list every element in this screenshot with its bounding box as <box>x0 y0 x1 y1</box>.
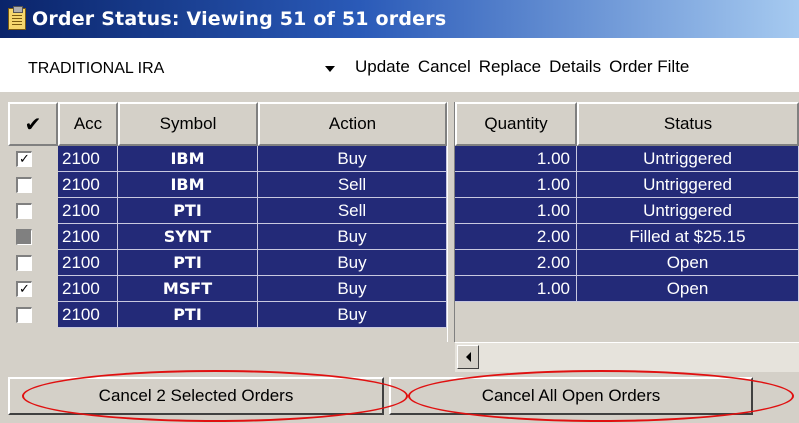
left-arrow-icon <box>465 352 471 362</box>
cell-action[interactable]: Buy <box>258 146 447 172</box>
cell-symbol[interactable]: PTI <box>118 198 258 224</box>
menu-replace[interactable]: Replace <box>479 57 541 77</box>
header-action-label: Action <box>328 114 377 133</box>
cell-acc[interactable]: 2100 <box>58 198 118 224</box>
header-action[interactable]: Action <box>258 102 447 146</box>
cancel-all-open-orders-button[interactable]: Cancel All Open Orders <box>389 377 753 415</box>
header-status-label: Status <box>663 114 713 133</box>
clipboard-icon <box>8 6 26 30</box>
header-status[interactable]: Status <box>577 102 799 146</box>
cell-acc[interactable]: 2100 <box>58 302 118 328</box>
cell-symbol[interactable]: SYNT <box>118 224 258 250</box>
cancel-all-open-orders-label: Cancel All Open Orders <box>481 386 661 405</box>
cell-quantity[interactable]: 1.00 <box>455 276 577 302</box>
cell-status[interactable]: Open <box>577 276 799 302</box>
chevron-down-icon[interactable] <box>325 66 335 72</box>
cell-quantity[interactable]: 2.00 <box>455 250 577 276</box>
row-checkbox[interactable]: unchecked <box>16 203 32 219</box>
row-checkbox-cell: unchecked <box>8 250 58 276</box>
cell-quantity[interactable]: 1.00 <box>455 146 577 172</box>
header-quantity-label: Quantity <box>484 114 548 133</box>
cell-quantity[interactable]: 1.00 <box>455 198 577 224</box>
cell-acc[interactable]: 2100 <box>58 172 118 198</box>
cell-quantity[interactable]: 1.00 <box>455 172 577 198</box>
cell-symbol[interactable]: MSFT <box>118 276 258 302</box>
row-checkbox-cell: unchecked <box>8 172 58 198</box>
header-check[interactable]: ✔ <box>8 102 58 146</box>
row-checkbox-cell: unchecked <box>8 302 58 328</box>
header-acc-label: Acc <box>73 114 103 133</box>
cell-status[interactable]: Open <box>577 250 799 276</box>
cell-symbol[interactable]: IBM <box>118 146 258 172</box>
cell-status[interactable]: Filled at $25.15 <box>577 224 799 250</box>
title-bar[interactable]: Order Status: Viewing 51 of 51 orders <box>0 0 799 38</box>
account-dropdown-value: TRADITIONAL IRA <box>28 60 165 77</box>
cell-symbol[interactable]: PTI <box>118 302 258 328</box>
cell-acc[interactable]: 2100 <box>58 224 118 250</box>
row-checkbox-cell: disabled <box>8 224 58 250</box>
menu-details[interactable]: Details <box>549 57 601 77</box>
cell-acc[interactable]: 2100 <box>58 250 118 276</box>
cell-symbol[interactable]: IBM <box>118 172 258 198</box>
cell-action[interactable]: Buy <box>258 250 447 276</box>
pane-splitter[interactable] <box>447 102 455 342</box>
header-symbol-label: Symbol <box>159 114 217 133</box>
row-checkbox[interactable]: ✓ <box>16 151 32 167</box>
row-checkbox[interactable]: ✓ <box>16 281 32 297</box>
cell-status[interactable]: Untriggered <box>577 172 799 198</box>
order-status-window: Order Status: Viewing 51 of 51 orders TR… <box>0 0 799 423</box>
cell-acc[interactable]: 2100 <box>58 276 118 302</box>
orders-grid: ✔ Acc Symbol Action Quantity Status ✓ 210… <box>0 102 799 372</box>
horizontal-scrollbar[interactable] <box>455 342 799 372</box>
cell-action[interactable]: Buy <box>258 224 447 250</box>
cell-action[interactable]: Buy <box>258 276 447 302</box>
cell-symbol[interactable]: PTI <box>118 250 258 276</box>
row-checkbox[interactable]: unchecked <box>16 307 32 323</box>
toolbar-menu: Update Cancel Replace Details Order Filt… <box>355 57 697 77</box>
menu-cancel[interactable]: Cancel <box>418 57 471 77</box>
cell-status[interactable]: Untriggered <box>577 146 799 172</box>
row-checkbox-cell: ✓ <box>8 146 58 172</box>
cell-quantity[interactable]: 2.00 <box>455 224 577 250</box>
cell-action[interactable]: Buy <box>258 302 447 328</box>
cell-status[interactable]: Untriggered <box>577 198 799 224</box>
row-checkbox[interactable]: unchecked <box>16 255 32 271</box>
menu-order-filter[interactable]: Order Filte <box>609 57 689 77</box>
scroll-left-button[interactable] <box>457 345 479 369</box>
checkmark-icon: ✔ <box>24 113 42 136</box>
row-checkbox-cell: ✓ <box>8 276 58 302</box>
row-checkbox[interactable]: unchecked <box>16 177 32 193</box>
cancel-selected-orders-label: Cancel 2 Selected Orders <box>98 386 294 405</box>
row-checkbox-cell: unchecked <box>8 198 58 224</box>
cell-action[interactable]: Sell <box>258 198 447 224</box>
cell-action[interactable]: Sell <box>258 172 447 198</box>
header-quantity[interactable]: Quantity <box>455 102 577 146</box>
account-dropdown[interactable]: TRADITIONAL IRA <box>16 55 341 83</box>
menu-update[interactable]: Update <box>355 57 410 77</box>
toolbar: TRADITIONAL IRA Update Cancel Replace De… <box>0 38 799 92</box>
window-title: Order Status: Viewing 51 of 51 orders <box>32 8 447 30</box>
header-acc[interactable]: Acc <box>58 102 118 146</box>
row-checkbox[interactable]: disabled <box>16 229 32 245</box>
cancel-selected-orders-button[interactable]: Cancel 2 Selected Orders <box>8 377 384 415</box>
header-symbol[interactable]: Symbol <box>118 102 258 146</box>
cell-acc[interactable]: 2100 <box>58 146 118 172</box>
